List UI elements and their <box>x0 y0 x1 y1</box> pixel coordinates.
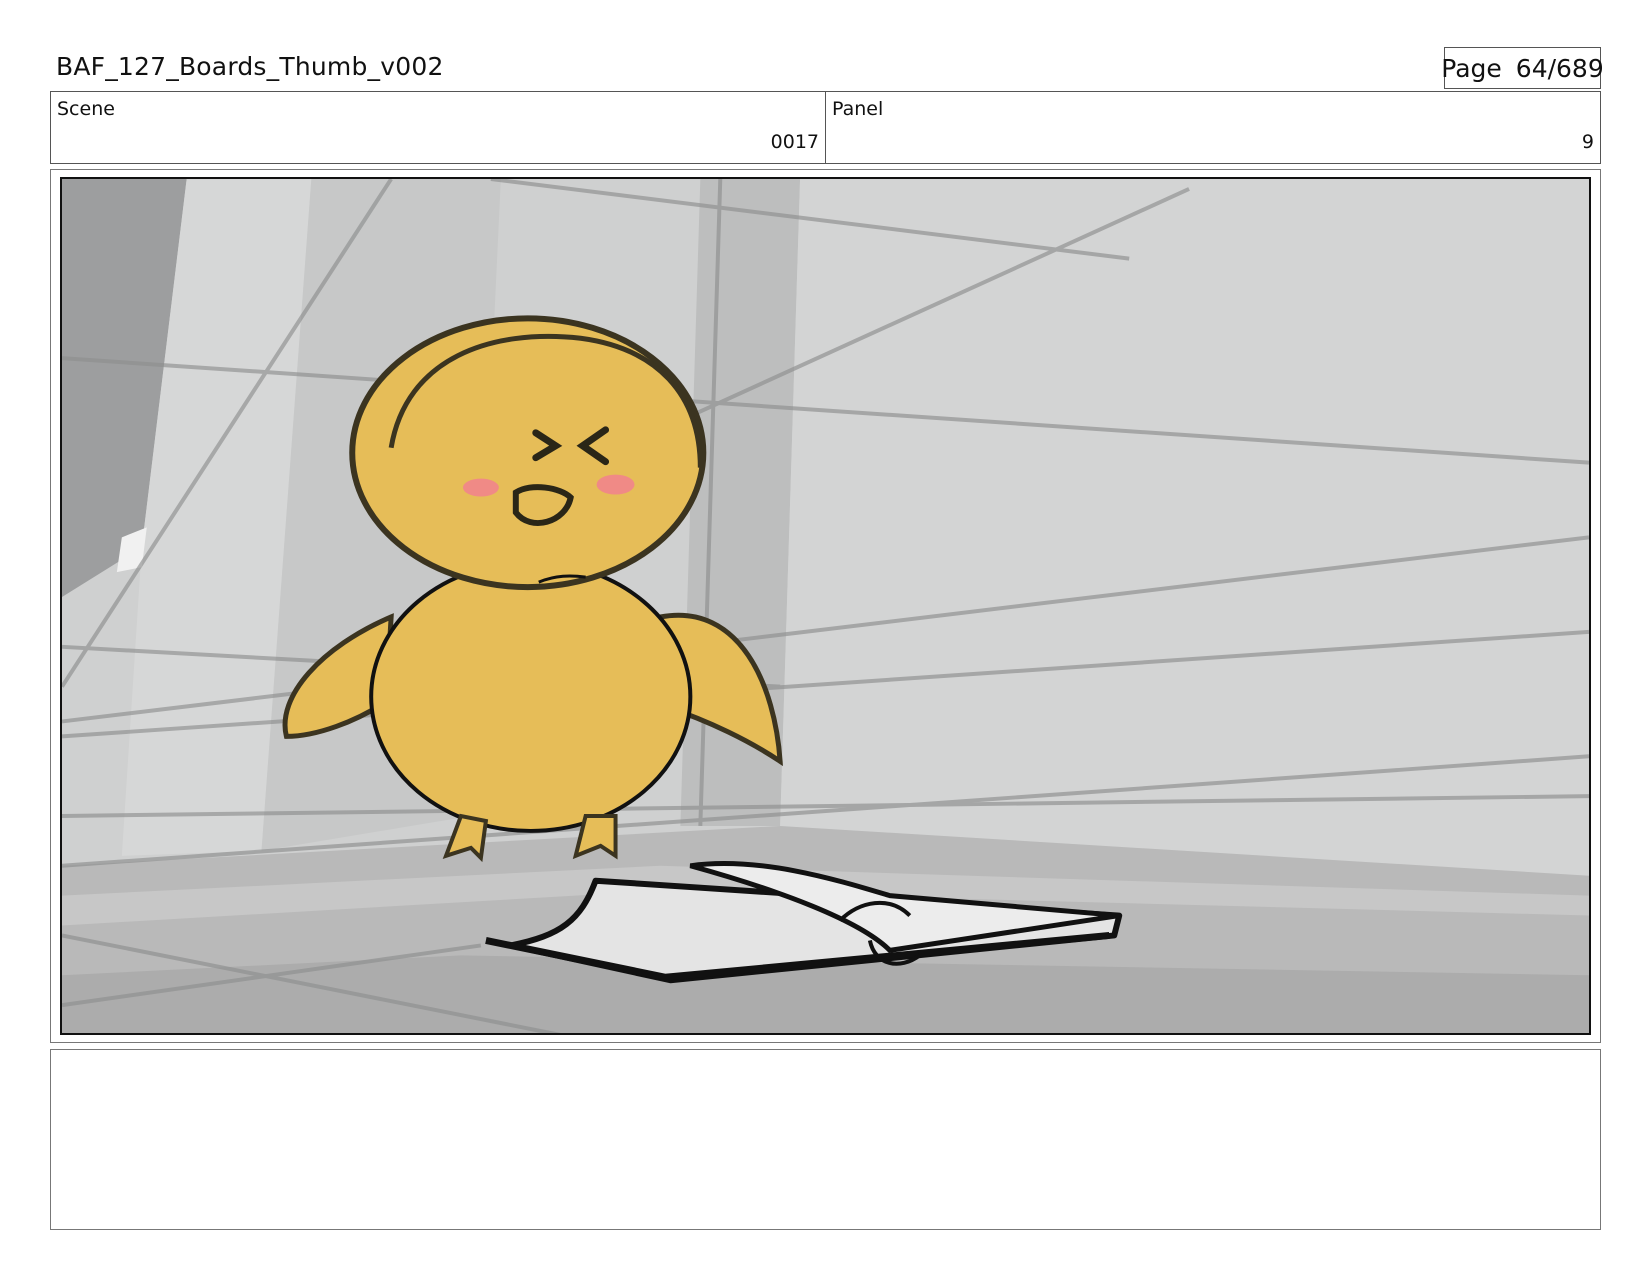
storyboard-panel-image <box>60 177 1591 1035</box>
panel-value: 9 <box>1581 131 1594 153</box>
scene-label: Scene <box>57 98 115 120</box>
page-indicator: Page 64/689 <box>1441 47 1604 89</box>
right-wall <box>780 179 1589 876</box>
panel-label: Panel <box>832 98 884 120</box>
scene-cell: Scene 0017 <box>51 92 825 163</box>
scene-value: 0017 <box>770 131 819 153</box>
storyboard-sketch <box>62 179 1589 1033</box>
page-number: 64/689 <box>1515 53 1604 83</box>
chick-right-cheek <box>596 474 635 495</box>
page-label: Page <box>1441 53 1502 83</box>
chick-torso <box>369 560 693 833</box>
panel-cell: Panel 9 <box>825 92 1600 163</box>
chick-left-cheek <box>462 478 499 497</box>
chick-head <box>349 315 707 591</box>
notes-box <box>50 1049 1601 1230</box>
document-title: BAF_127_Boards_Thumb_v002 <box>56 52 444 81</box>
scene-panel-info-row: Scene 0017 Panel 9 <box>50 91 1601 164</box>
